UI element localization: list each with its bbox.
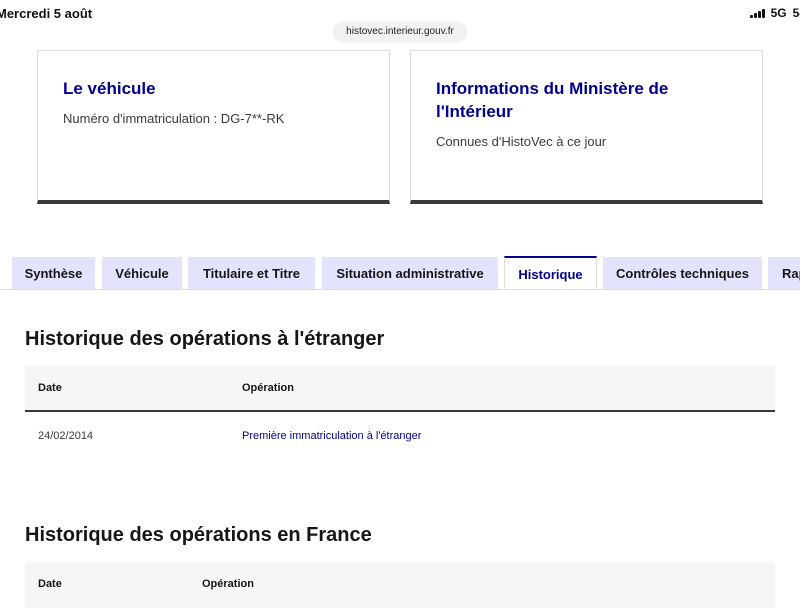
status-date: Mercredi 5 août <box>0 6 93 21</box>
tab-bar: Synthèse Véhicule Titulaire et Titre Sit… <box>0 253 800 293</box>
vehicle-card-title: Le véhicule <box>63 79 156 98</box>
vehicle-card: Le véhicule Numéro d'immatriculation : D… <box>37 50 390 204</box>
signal-icon <box>749 8 765 18</box>
foreign-table-header: Date Opération <box>25 366 775 412</box>
tab-situation-administrative[interactable]: Situation administrative <box>322 257 498 289</box>
address-bar[interactable]: histovec.interieur.gouv.fr <box>333 21 467 43</box>
registration-number: Numéro d'immatriculation : DG-7**-RK <box>63 111 285 126</box>
row-operation: Première immatriculation à l'étranger <box>242 430 422 442</box>
tab-rapport[interactable]: Rapport <box>768 257 800 289</box>
historique-panel: Historique des opérations à l'étranger D… <box>0 290 800 608</box>
tab-historique[interactable]: Historique <box>504 256 597 290</box>
tab-vehicule[interactable]: Véhicule <box>102 257 182 289</box>
battery-level: 54 <box>792 6 800 20</box>
foreign-col-date: Date <box>38 382 62 394</box>
status-indicators: 5G 54 <box>749 6 800 20</box>
france-col-operation: Opération <box>202 578 254 590</box>
ministry-card-title: Informations du Ministère de l'Intérieur <box>436 79 669 121</box>
tab-controles-techniques[interactable]: Contrôles techniques <box>603 257 762 289</box>
france-table-header: Date Opération <box>25 562 775 608</box>
address-url: histovec.interieur.gouv.fr <box>346 26 454 37</box>
ministry-card: Informations du Ministère de l'Intérieur… <box>410 50 763 204</box>
network-type: 5G <box>770 6 787 20</box>
ministry-card-subtitle: Connues d'HistoVec à ce jour <box>436 134 607 149</box>
row-date: 24/02/2014 <box>38 430 94 442</box>
tab-titulaire-titre[interactable]: Titulaire et Titre <box>188 257 315 289</box>
france-history-title: Historique des opérations en France <box>25 524 372 546</box>
tab-synthese[interactable]: Synthèse <box>12 257 95 289</box>
foreign-history-title: Historique des opérations à l'étranger <box>25 328 385 350</box>
foreign-col-operation: Opération <box>242 382 294 394</box>
france-col-date: Date <box>38 578 62 590</box>
